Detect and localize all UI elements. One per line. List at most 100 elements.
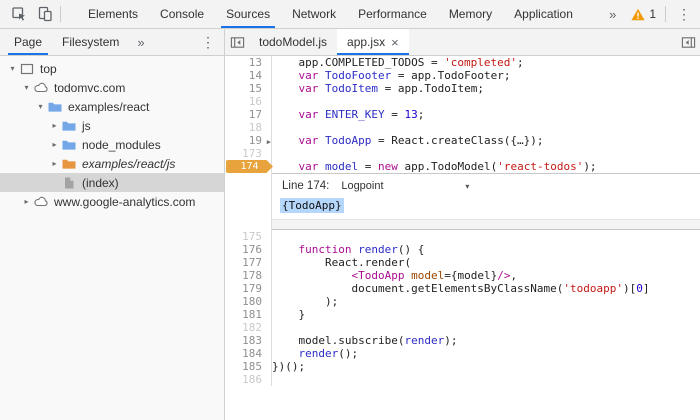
code-line-18: 18 [225, 121, 700, 134]
line-number[interactable]: 182 [225, 321, 272, 334]
code-line-181: 181 } [225, 308, 700, 321]
line-number[interactable]: 185 [225, 360, 272, 373]
line-number[interactable]: 18 [225, 121, 272, 134]
code-text: document.getElementsByClassName('todoapp… [272, 282, 700, 295]
tree-item-index[interactable]: (index) [0, 173, 224, 192]
line-number[interactable]: 183 [225, 334, 272, 347]
warning-count: 1 [649, 7, 656, 21]
code-text: } [272, 308, 700, 321]
tree-item-todomvc-com[interactable]: ▾todomvc.com [0, 78, 224, 97]
navigator-tab-filesystem[interactable]: Filesystem [52, 29, 129, 55]
tab-performance[interactable]: Performance [347, 0, 438, 28]
code-text: })(); [272, 360, 700, 373]
breakpoint-type-select[interactable]: Logpoint ▾ [341, 180, 469, 192]
code-line-178: 178 <TodoApp model={model}/>, [225, 269, 700, 282]
expand-arrow-icon[interactable]: ▸ [48, 121, 61, 130]
navigator-tab-page[interactable]: Page [4, 29, 52, 55]
tree-item-label: top [40, 62, 57, 76]
gutter-spacer [225, 173, 272, 230]
tree-item-top[interactable]: ▾ top [0, 59, 224, 78]
tree-item-examples-react[interactable]: ▾ examples/react [0, 97, 224, 116]
logpoint-editor: Line 174: Logpoint ▾ {TodoApp} [272, 173, 700, 230]
show-debugger-sidebar-icon[interactable] [676, 29, 700, 55]
folder-icon [61, 156, 77, 172]
tree-item-label: examples/react [68, 100, 149, 114]
expand-arrow-icon[interactable]: ▸ [48, 159, 61, 168]
logpoint-widget-footer [272, 219, 700, 229]
code-line-19: 19▶ var TodoApp = React.createClass({…})… [225, 134, 700, 147]
tree-item-label: (index) [82, 176, 119, 190]
line-number[interactable]: 14 [225, 69, 272, 82]
line-number[interactable]: 186 [225, 373, 272, 386]
editor-tabbar: todoModel.js app.jsx× [225, 29, 700, 55]
source-editor[interactable]: 13 app.COMPLETED_TODOS = 'completed';14 … [225, 56, 700, 420]
tree-item-node-modules[interactable]: ▸ node_modules [0, 135, 224, 154]
device-toolbar-icon[interactable] [32, 1, 58, 27]
logpoint-badge[interactable]: 174 [226, 160, 273, 173]
line-number[interactable]: 173 [225, 147, 272, 160]
code-text [272, 373, 700, 386]
collapse-arrow-icon[interactable]: ▾ [6, 64, 19, 73]
line-number[interactable]: 17 [225, 108, 272, 121]
tab-label: Network [292, 7, 336, 21]
editor-file-tabs: todoModel.js app.jsx× [249, 29, 409, 55]
tab-label: todoModel.js [259, 35, 327, 49]
tab-sources[interactable]: Sources [215, 0, 281, 28]
line-number[interactable]: 180 [225, 295, 272, 308]
console-warning-badge[interactable]: 1 [624, 7, 663, 21]
code-line-13: 13 app.COMPLETED_TODOS = 'completed'; [225, 56, 700, 69]
line-number[interactable]: 19▶ [225, 134, 272, 147]
hide-navigator-icon[interactable] [225, 29, 249, 55]
editor-tab-app-jsx[interactable]: app.jsx× [337, 29, 409, 55]
more-panels-chevron[interactable]: » [601, 7, 624, 22]
line-number[interactable]: 177 [225, 256, 272, 269]
expand-arrow-icon[interactable]: ▸ [48, 140, 61, 149]
navigator-file-tree: ▾top▾todomvc.com▾examples/react▸js▸node_… [0, 56, 225, 420]
logpoint-line-number[interactable]: 174 [225, 160, 272, 173]
line-number[interactable]: 13 [225, 56, 272, 69]
editor-tab-todomodel-js[interactable]: todoModel.js [249, 29, 337, 55]
tree-item-js[interactable]: ▸js [0, 116, 224, 135]
line-number[interactable]: 179 [225, 282, 272, 295]
navigator-menu-icon[interactable]: ⋮ [192, 34, 224, 51]
line-number[interactable]: 176 [225, 243, 272, 256]
close-tab-icon[interactable]: × [391, 36, 399, 49]
code-text: app.COMPLETED_TODOS = 'completed'; [272, 56, 700, 69]
code-text: function render() { [272, 243, 700, 256]
code-text [272, 321, 700, 334]
tab-label: Page [14, 35, 42, 49]
tab-network[interactable]: Network [281, 0, 347, 28]
navigator-more-tabs-chevron[interactable]: » [129, 35, 152, 50]
secondary-toolbar-row: Page Filesystem » ⋮ todoModel.js app.jsx× [0, 29, 700, 56]
code-line-174: 174 var model = new app.TodoModel('react… [225, 160, 700, 173]
inspect-element-icon[interactable] [6, 1, 32, 27]
tree-item-label: examples/react/js [82, 157, 175, 171]
tab-memory[interactable]: Memory [438, 0, 503, 28]
toolbar-divider [60, 6, 61, 22]
code-text: var model = new app.TodoModel('react-tod… [272, 160, 700, 173]
tree-item-examples-react-js[interactable]: ▸ examples/react/js [0, 154, 224, 173]
devtools-menu-icon[interactable]: ⋮ [668, 6, 700, 23]
line-number[interactable]: 16 [225, 95, 272, 108]
code-line-17: 17 var ENTER_KEY = 13; [225, 108, 700, 121]
line-number[interactable]: 178 [225, 269, 272, 282]
code-line-183: 183 model.subscribe(render); [225, 334, 700, 347]
collapse-arrow-icon[interactable]: ▾ [20, 83, 33, 92]
expand-arrow-icon[interactable]: ▸ [20, 197, 33, 206]
code-line-16: 16 [225, 95, 700, 108]
logpoint-expression-input[interactable]: {TodoApp} [280, 198, 344, 213]
code-text [272, 147, 700, 160]
tab-console[interactable]: Console [149, 0, 215, 28]
folder-icon [61, 118, 77, 134]
code-line-180: 180 ); [225, 295, 700, 308]
tree-item-label: node_modules [82, 138, 161, 152]
tab-application[interactable]: Application [503, 0, 584, 28]
tree-item-www-google-analytics-com[interactable]: ▸www.google-analytics.com [0, 192, 224, 211]
line-number[interactable]: 15 [225, 82, 272, 95]
tab-elements[interactable]: Elements [77, 0, 149, 28]
line-number[interactable]: 175 [225, 230, 272, 243]
code-line-176: 176 function render() { [225, 243, 700, 256]
line-number[interactable]: 184 [225, 347, 272, 360]
line-number[interactable]: 181 [225, 308, 272, 321]
collapse-arrow-icon[interactable]: ▾ [34, 102, 47, 111]
